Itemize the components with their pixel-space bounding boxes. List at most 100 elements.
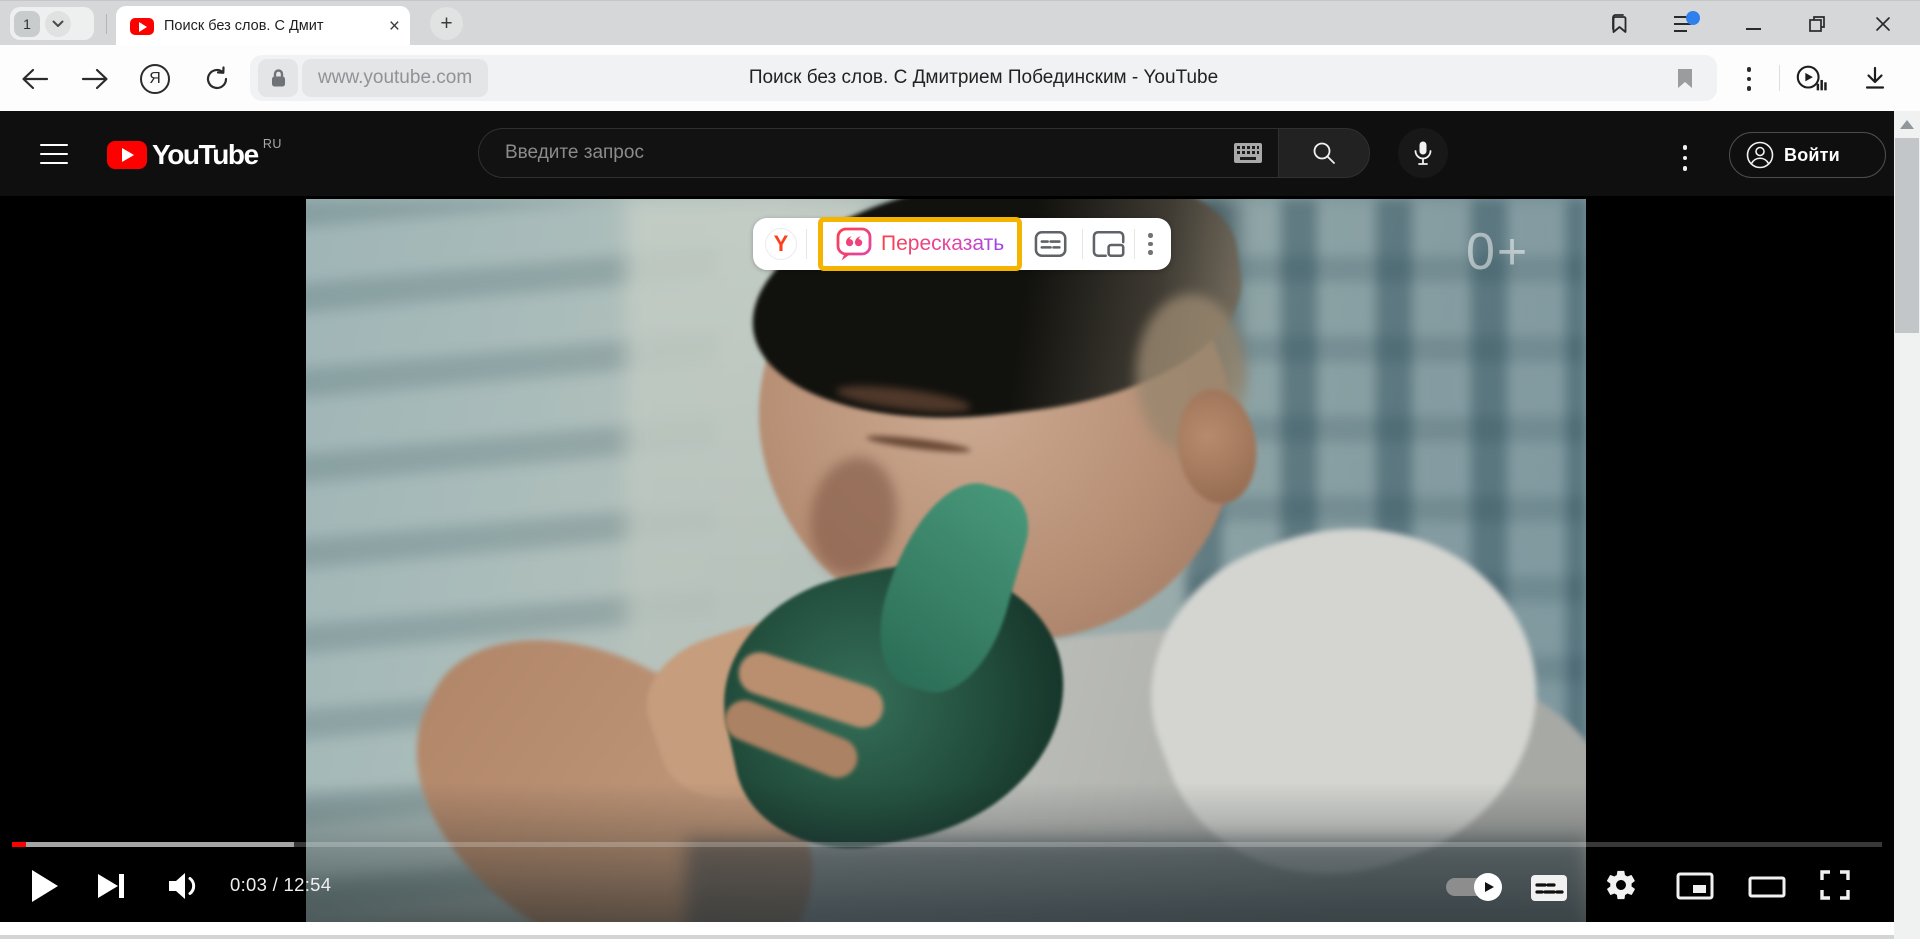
- browser-menu-button[interactable]: [1662, 1, 1708, 46]
- gear-icon: [1604, 868, 1638, 902]
- next-icon: [94, 869, 128, 903]
- tab-close-icon[interactable]: ×: [389, 17, 400, 36]
- page-background-strip: [0, 922, 1894, 935]
- restore-button[interactable]: [1794, 1, 1840, 46]
- menu-icon: [1674, 16, 1696, 32]
- search-input[interactable]: [479, 142, 1234, 164]
- scrollbar-up-arrow-icon[interactable]: [1900, 120, 1914, 129]
- signin-label: Войти: [1784, 145, 1840, 166]
- back-icon: [20, 67, 50, 91]
- kebab-menu-icon: [1747, 67, 1752, 91]
- overlay-separator: [1134, 229, 1135, 259]
- bookmark-button[interactable]: [1663, 59, 1707, 97]
- overlay-more-button[interactable]: [1148, 233, 1153, 255]
- volume-button[interactable]: [166, 870, 204, 902]
- page-scrollbar[interactable]: [1894, 111, 1920, 939]
- side-panel-button[interactable]: [1596, 1, 1642, 46]
- person-icon: [1746, 141, 1774, 169]
- tab-list-button[interactable]: [45, 11, 71, 37]
- youtube-region-label: RU: [263, 137, 282, 151]
- url-chip[interactable]: www.youtube.com: [302, 59, 488, 97]
- url-text: www.youtube.com: [302, 67, 488, 89]
- played-bar: [12, 842, 26, 847]
- window-bottom-edge: [0, 935, 1920, 939]
- overlay-separator: [806, 229, 807, 259]
- yandex-icon: Я: [140, 64, 170, 94]
- forward-button[interactable]: [78, 62, 112, 96]
- quote-bubble-icon: [836, 227, 872, 261]
- miniplayer-button[interactable]: [1676, 872, 1714, 900]
- progress-bar[interactable]: [12, 842, 1882, 847]
- fullscreen-button[interactable]: [1818, 868, 1852, 902]
- youtube-settings-menu-button[interactable]: [1676, 143, 1694, 183]
- chevron-down-icon: [52, 20, 64, 28]
- close-window-button[interactable]: [1860, 1, 1906, 46]
- back-button[interactable]: [18, 62, 52, 96]
- tab-count-badge[interactable]: 1: [14, 11, 40, 37]
- search-button[interactable]: [1278, 128, 1370, 178]
- settings-button[interactable]: [1604, 868, 1638, 902]
- next-button[interactable]: [94, 869, 128, 903]
- time-separator: /: [267, 874, 283, 895]
- theater-icon: [1748, 876, 1786, 898]
- media-play-icon: [1794, 64, 1828, 94]
- subtitles-icon: [1530, 874, 1568, 902]
- minimize-button[interactable]: [1730, 1, 1776, 46]
- subtitles-button[interactable]: [1530, 874, 1568, 902]
- youtube-logo-text: YouTube: [152, 137, 258, 173]
- site-security-chip[interactable]: [258, 59, 298, 97]
- scrollbar-thumb[interactable]: [1895, 138, 1919, 333]
- downloads-button[interactable]: [1858, 62, 1892, 96]
- fullscreen-icon: [1818, 868, 1852, 902]
- download-icon: [1861, 65, 1889, 93]
- bookmark-icon: [1676, 67, 1694, 89]
- youtube-header: YouTube RU Вой: [0, 111, 1894, 196]
- lock-icon: [270, 68, 287, 88]
- miniplayer-icon: [1676, 872, 1714, 900]
- tab-separator: [106, 14, 107, 34]
- toolbar-menu-button[interactable]: [1732, 62, 1766, 96]
- yandex-services-button[interactable]: Я: [138, 62, 172, 96]
- captions-overlay-button[interactable]: [1034, 230, 1067, 258]
- microphone-icon: [1411, 140, 1435, 166]
- theater-mode-button[interactable]: [1748, 876, 1786, 898]
- guide-menu-button[interactable]: [40, 144, 68, 164]
- youtube-favicon: [130, 18, 154, 35]
- video-player[interactable]: Y Пересказать 0+: [0, 196, 1894, 922]
- voice-search-button[interactable]: [1398, 128, 1448, 178]
- browser-toolbar: Я www.youtube.com Поиск без слов. С Дмит…: [0, 45, 1920, 111]
- keyboard-icon[interactable]: [1234, 143, 1262, 163]
- youtube-play-icon: [107, 141, 147, 169]
- youtube-logo[interactable]: YouTube RU: [107, 137, 282, 173]
- age-rating-badge: 0+: [1466, 222, 1529, 282]
- search-icon: [1311, 140, 1337, 166]
- time-duration: 12:54: [284, 874, 332, 895]
- minimize-icon: [1746, 28, 1761, 30]
- media-playback-button[interactable]: [1794, 62, 1828, 96]
- tab-title: Поиск без слов. С Дмит: [164, 18, 369, 34]
- notification-dot: [1686, 11, 1700, 25]
- volume-icon: [166, 870, 204, 902]
- play-icon: [26, 866, 62, 906]
- forward-icon: [80, 67, 110, 91]
- reload-button[interactable]: [200, 62, 234, 96]
- autoplay-toggle[interactable]: [1446, 876, 1500, 898]
- pip-overlay-button[interactable]: [1092, 230, 1125, 258]
- tab-list-group[interactable]: 1: [10, 7, 94, 40]
- time-display: 0:03 / 12:54: [230, 874, 331, 896]
- search-box[interactable]: [478, 128, 1278, 178]
- autoplay-knob: [1474, 873, 1502, 901]
- yandex-y-icon[interactable]: Y: [765, 228, 797, 260]
- new-tab-button[interactable]: +: [430, 7, 463, 40]
- toolbar-separator: [1779, 65, 1780, 91]
- signin-button[interactable]: Войти: [1729, 132, 1886, 178]
- video-frame[interactable]: [306, 199, 1586, 922]
- summarize-button[interactable]: Пересказать: [818, 217, 1022, 271]
- reload-icon: [203, 65, 231, 93]
- address-bar[interactable]: www.youtube.com Поиск без слов. С Дмитри…: [250, 55, 1717, 101]
- yandex-video-toolbar: Y Пересказать: [753, 218, 1171, 270]
- active-tab[interactable]: Поиск без слов. С Дмит ×: [116, 6, 410, 46]
- play-button[interactable]: [26, 866, 62, 906]
- tab-strip: 1 Поиск без слов. С Дмит × +: [0, 0, 1920, 45]
- time-current: 0:03: [230, 874, 267, 895]
